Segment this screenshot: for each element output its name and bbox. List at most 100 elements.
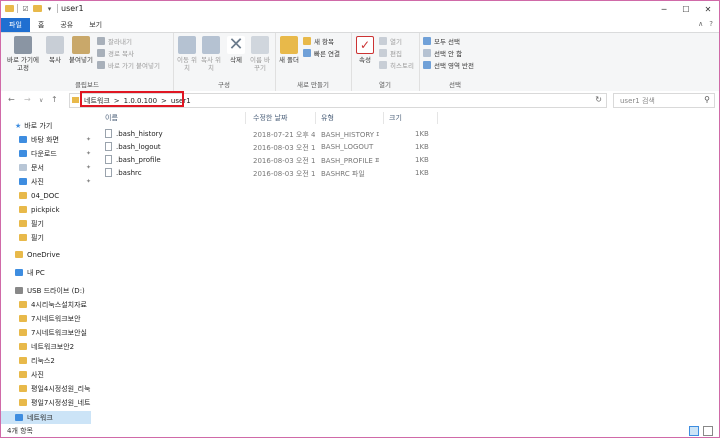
close-button[interactable]: ✕ (697, 1, 719, 18)
nav-item-quick-access[interactable]: ★ 바로 가기 (1, 119, 95, 132)
copy-button[interactable]: 복사 (45, 36, 65, 64)
rename-button[interactable]: 이름 바꾸기 (249, 36, 271, 72)
paste-button[interactable]: 붙여넣기 (69, 36, 93, 64)
nav-item-downloads[interactable]: 다운로드 ✦ (1, 147, 95, 160)
new-item-button[interactable]: 새 항목 (303, 36, 340, 46)
paste-shortcut-button[interactable]: 바로 가기 붙여넣기 (97, 60, 160, 70)
nav-item-onedrive[interactable]: OneDrive (1, 248, 95, 261)
table-row[interactable]: .bashrc 2016-08-03 오전 1 BASHRC 파일 1KB (97, 167, 477, 179)
recent-chevron-down-icon[interactable]: ∨ (39, 97, 43, 104)
column-header-date[interactable]: 수정한 날짜 (253, 111, 287, 125)
group-clipboard: 바로 가기에 고정 복사 붙여넣기 잘라내기 경로 복사 바로 가기 붙여넣기 … (1, 33, 174, 91)
view-toggle (689, 426, 713, 436)
tab-share[interactable]: 공유 (52, 18, 81, 32)
invert-selection-icon (423, 60, 431, 69)
move-to-button[interactable]: 이동 위치 (177, 36, 197, 72)
nav-item-desktop[interactable]: 바탕 화면 ✦ (1, 133, 95, 146)
large-icons-view-icon[interactable] (703, 426, 713, 436)
nav-item-folder[interactable]: 필기 (1, 217, 95, 230)
tab-file[interactable]: 파일 (1, 18, 30, 32)
window-controls: ─ ☐ ✕ (653, 1, 719, 18)
folder-icon (19, 315, 27, 322)
nav-item-label: 내 PC (27, 268, 45, 277)
address-highlight-annotation (80, 91, 184, 107)
nav-item-folder[interactable]: 평일7시정성원_네트 (1, 396, 95, 409)
nav-item-this-pc[interactable]: 내 PC (1, 266, 95, 279)
copy-to-button[interactable]: 복사 위치 (201, 36, 221, 72)
table-row[interactable]: .bash_profile 2016-08-03 오전 1 BASH_PROFI… (97, 154, 477, 166)
table-row[interactable]: .bash_logout 2016-08-03 오전 1 BASH_LOGOUT… (97, 141, 477, 153)
help-icon[interactable]: ? (709, 20, 713, 28)
navigation-pane: ★ 바로 가기 바탕 화면 ✦ 다운로드 ✦ 문서 ✦ 사진 ✦ 04_DOC (1, 109, 95, 425)
nav-item-folder[interactable]: 04_DOC (1, 189, 95, 202)
chevron-up-icon[interactable]: ∧ (698, 20, 703, 28)
clipboard-small-buttons: 잘라내기 경로 복사 바로 가기 붙여넣기 (97, 36, 160, 70)
quick-access-toolbar: ☑ ▾ (5, 4, 58, 13)
nav-item-folder[interactable]: 리눅스2 (1, 354, 95, 367)
new-item-label: 새 항목 (314, 37, 335, 46)
copy-path-label: 경로 복사 (108, 49, 134, 58)
edit-button[interactable]: 편집 (379, 48, 414, 58)
column-header-size[interactable]: 크기 (389, 111, 402, 125)
scissors-icon (97, 36, 105, 45)
column-header-type[interactable]: 유형 (321, 111, 334, 125)
nav-item-folder[interactable]: pickpick (1, 203, 95, 216)
forward-arrow-icon[interactable]: → (24, 95, 31, 104)
copy-path-button[interactable]: 경로 복사 (97, 48, 160, 58)
properties-button[interactable]: ✓ 속성 (355, 36, 375, 64)
nav-item-folder[interactable]: 4시리눅스설치자료 (1, 298, 95, 311)
nav-item-label: 평일4시정성원_리눅 (31, 384, 91, 393)
refresh-icon[interactable]: ↻ (595, 95, 602, 104)
nav-item-folder[interactable]: 7시네트워크보안 (1, 312, 95, 325)
nav-item-folder[interactable]: 평일4시정성원_리눅 (1, 382, 95, 395)
nav-item-folder[interactable]: 네트워크보안2 (1, 340, 95, 353)
up-arrow-icon[interactable]: ↑ (51, 95, 58, 104)
history-label: 히스토리 (390, 61, 414, 70)
folder-icon (19, 329, 27, 336)
onedrive-icon (15, 251, 23, 258)
checkbox-properties-icon[interactable]: ☑ (21, 4, 30, 13)
table-row[interactable]: .bash_history 2018-07-21 오후 4 BASH_HISTO… (97, 128, 477, 140)
tab-home[interactable]: 홈 (30, 18, 52, 32)
ribbon: 바로 가기에 고정 복사 붙여넣기 잘라내기 경로 복사 바로 가기 붙여넣기 … (1, 32, 719, 92)
select-none-button[interactable]: 선택 안 함 (423, 48, 474, 58)
delete-x-icon: ✕ (227, 34, 245, 55)
pin-quick-access-button[interactable]: 바로 가기에 고정 (5, 36, 41, 72)
easy-access-button[interactable]: 빠른 연결 (303, 48, 340, 58)
nav-item-label: 리눅스2 (31, 356, 55, 365)
nav-item-folder[interactable]: 7시네트워크보안실 (1, 326, 95, 339)
location-folder-icon (72, 97, 79, 103)
nav-item-folder[interactable]: 필기 (1, 231, 95, 244)
column-divider[interactable] (437, 112, 438, 124)
select-all-button[interactable]: 모두 선택 (423, 36, 474, 46)
maximize-button[interactable]: ☐ (675, 1, 697, 18)
chevron-down-icon[interactable]: ▾ (45, 4, 54, 13)
nav-item-usb-drive[interactable]: USB 드라이브 (D:) (1, 284, 95, 297)
cut-button[interactable]: 잘라내기 (97, 36, 160, 46)
nav-item-label: 7시네트워크보안 (31, 314, 81, 323)
new-folder-button[interactable]: 새 폴더 (279, 36, 299, 64)
file-type: BASH_HISTORY 파 (321, 131, 379, 139)
details-view-icon[interactable] (689, 426, 699, 436)
nav-item-network[interactable]: 네트워크 (1, 411, 91, 424)
nav-item-pictures[interactable]: 사진 ✦ (1, 175, 95, 188)
tab-view[interactable]: 보기 (81, 18, 110, 32)
column-divider[interactable] (245, 112, 246, 124)
delete-button[interactable]: ✕ 삭제 (225, 36, 247, 64)
column-divider[interactable] (383, 112, 384, 124)
open-button[interactable]: 열기 (379, 36, 414, 46)
pin-icon: ✦ (85, 178, 91, 185)
search-input[interactable]: user1 검색 ⚲ (613, 93, 715, 108)
nav-item-documents[interactable]: 문서 ✦ (1, 161, 95, 174)
nav-item-label: 필기 (31, 219, 44, 228)
new-folder-icon[interactable] (33, 4, 42, 13)
history-button[interactable]: 히스토리 (379, 60, 414, 70)
copy-to-icon (202, 36, 220, 54)
column-divider[interactable] (315, 112, 316, 124)
column-header-name[interactable]: 이름 (105, 111, 118, 125)
invert-selection-button[interactable]: 선택 영역 반전 (423, 60, 474, 70)
group-label-clipboard: 클립보드 (75, 81, 99, 89)
minimize-button[interactable]: ─ (653, 1, 675, 18)
back-arrow-icon[interactable]: ← (8, 95, 15, 104)
nav-item-folder[interactable]: 사진 (1, 368, 95, 381)
